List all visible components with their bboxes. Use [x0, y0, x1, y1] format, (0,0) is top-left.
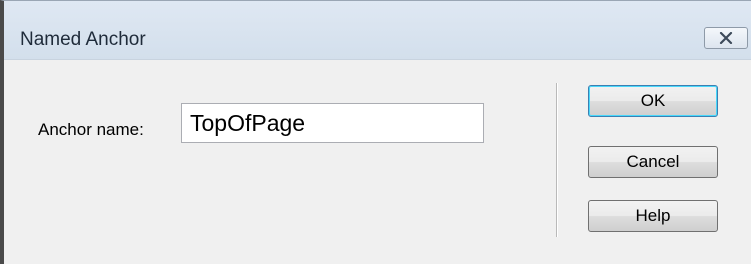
anchor-name-input[interactable] [181, 103, 484, 143]
dialog-title: Named Anchor [20, 29, 146, 50]
named-anchor-dialog: Named Anchor Anchor name: OK Cancel Help [0, 0, 751, 264]
title-bar: Named Anchor [4, 1, 751, 60]
dialog-body: Anchor name: OK Cancel Help [4, 60, 751, 264]
close-button[interactable] [704, 27, 748, 49]
cancel-button[interactable]: Cancel [588, 146, 718, 178]
anchor-name-label: Anchor name: [38, 120, 144, 139]
help-button[interactable]: Help [588, 200, 718, 232]
divider [556, 83, 557, 237]
ok-button[interactable]: OK [588, 85, 718, 117]
close-icon [719, 32, 733, 44]
